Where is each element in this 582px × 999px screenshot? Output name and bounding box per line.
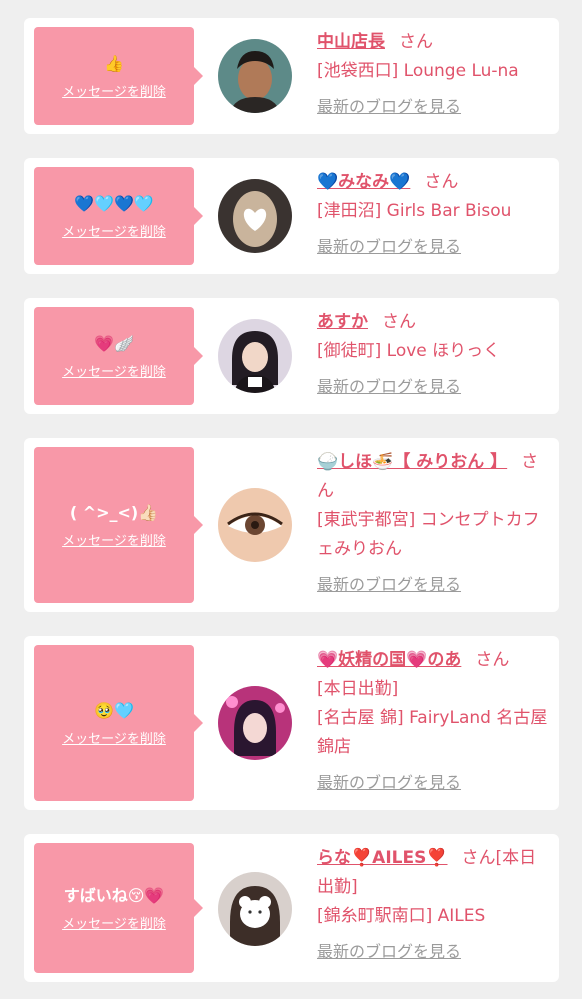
delete-message-link[interactable]: メッセージを削除	[62, 728, 166, 747]
message-text: 👍	[104, 53, 124, 73]
card-info: 🍚しほ🍜【 みりおん 】さん [東武宇都宮] コンセプトカフェみりおん 最新のブ…	[317, 448, 549, 600]
avatar-girl-pink-image	[218, 686, 292, 760]
message-card: すばいね😚💗 メッセージを削除 らな❣️AILES❣️ さん[本日出勤] [錦糸町…	[24, 834, 559, 982]
latest-blog-link[interactable]: 最新のブログを見る	[317, 92, 461, 121]
message-text: ( ^>_<)👍🏻	[69, 502, 159, 522]
delete-message-link[interactable]: メッセージを削除	[62, 530, 166, 549]
honorific: さん	[475, 650, 510, 670]
card-info: あすか さん [御徒町] Love ほりっく 最新のブログを見る	[317, 308, 549, 402]
delete-message-link[interactable]: メッセージを削除	[62, 81, 166, 100]
message-text: 💗🪽	[94, 333, 134, 353]
card-info: 中山店長 さん [池袋西口] Lounge Lu-na 最新のブログを見る	[317, 28, 549, 122]
card-info: 💗妖精の国💗のあ さん [本日出勤] [名古屋 錦] FairyLand 名古屋錦…	[317, 646, 549, 798]
message-text: 💙🩵💙🩵	[74, 193, 154, 213]
avatar[interactable]	[218, 179, 292, 253]
delete-message-link[interactable]: メッセージを削除	[62, 361, 166, 380]
message-card: 👍 メッセージを削除 中山店長 さん [池袋西口] Lounge Lu-na 最新…	[24, 18, 559, 134]
card-info: らな❣️AILES❣️ さん[本日出勤] [錦糸町駅南口] AILES 最新のブロ…	[317, 844, 549, 967]
shop-line: [御徒町] Love ほりっく	[317, 341, 501, 361]
shop-line: [東武宇都宮] コンセプトカフェみりおん	[317, 510, 540, 559]
cast-name-link[interactable]: 💗妖精の国💗のあ	[317, 650, 461, 670]
shop-line: [池袋西口] Lounge Lu-na	[317, 61, 519, 81]
latest-blog-link[interactable]: 最新のブログを見る	[317, 232, 461, 261]
cast-name-link[interactable]: 中山店長	[317, 32, 385, 52]
shop-line: [本日出勤]	[317, 679, 399, 699]
shop-line: [錦糸町駅南口] AILES	[317, 906, 486, 926]
message-card: 🥹🩵 メッセージを削除 💗妖精の国💗のあ さん [本日出勤] [名古屋 錦] Fa…	[24, 636, 559, 810]
honorific: さん	[399, 32, 433, 52]
delete-message-link[interactable]: メッセージを削除	[62, 221, 166, 240]
avatar-man-image	[218, 39, 292, 113]
message-bubble: 🥹🩵 メッセージを削除	[34, 645, 203, 801]
message-bubble: 👍 メッセージを削除	[34, 27, 203, 125]
avatar-heart-face-image	[218, 179, 292, 253]
cast-name-link[interactable]: 💙みなみ💙	[317, 172, 410, 192]
delete-message-link[interactable]: メッセージを削除	[62, 913, 166, 932]
message-card: 💙🩵💙🩵 メッセージを削除 💙みなみ💙 さん [津田沼] Girls Bar Bi…	[24, 158, 559, 274]
message-bubble: 💗🪽 メッセージを削除	[34, 307, 203, 405]
avatar[interactable]	[218, 686, 292, 760]
avatar[interactable]	[218, 39, 292, 113]
latest-blog-link[interactable]: 最新のブログを見る	[317, 372, 461, 401]
latest-blog-link[interactable]: 最新のブログを見る	[317, 937, 461, 966]
honorific: さん	[424, 172, 459, 192]
avatar-maid-image	[218, 319, 292, 393]
message-text: 🥹🩵	[94, 700, 134, 720]
message-card: ( ^>_<)👍🏻 メッセージを削除 🍚しほ🍜【 みりおん 】さん [東武宇都宮…	[24, 438, 559, 612]
cast-name-link[interactable]: 🍚しほ🍜【 みりおん 】	[317, 452, 507, 472]
message-bubble: ( ^>_<)👍🏻 メッセージを削除	[34, 447, 203, 603]
message-list: 👍 メッセージを削除 中山店長 さん [池袋西口] Lounge Lu-na 最新…	[0, 0, 582, 999]
avatar-eye-image	[218, 488, 292, 562]
message-bubble: すばいね😚💗 メッセージを削除	[34, 843, 203, 973]
shop-line: [名古屋 錦] FairyLand 名古屋錦店	[317, 708, 548, 757]
avatar[interactable]	[218, 872, 292, 946]
latest-blog-link[interactable]: 最新のブログを見る	[317, 768, 461, 797]
card-info: 💙みなみ💙 さん [津田沼] Girls Bar Bisou 最新のブログを見る	[317, 168, 549, 262]
avatar-bear-sticker-image	[218, 872, 292, 946]
message-bubble: 💙🩵💙🩵 メッセージを削除	[34, 167, 203, 265]
honorific: さん	[382, 312, 416, 332]
message-text: すばいね😚💗	[63, 885, 165, 905]
avatar[interactable]	[218, 319, 292, 393]
cast-name-link[interactable]: らな❣️AILES❣️	[317, 848, 448, 868]
latest-blog-link[interactable]: 最新のブログを見る	[317, 570, 461, 599]
avatar[interactable]	[218, 488, 292, 562]
cast-name-link[interactable]: あすか	[317, 312, 368, 332]
message-card: 💗🪽 メッセージを削除 あすか さん [御徒町] Love ほりっく 最新のブログ…	[24, 298, 559, 414]
honorific: さん	[461, 848, 496, 868]
shop-line: [津田沼] Girls Bar Bisou	[317, 201, 512, 221]
